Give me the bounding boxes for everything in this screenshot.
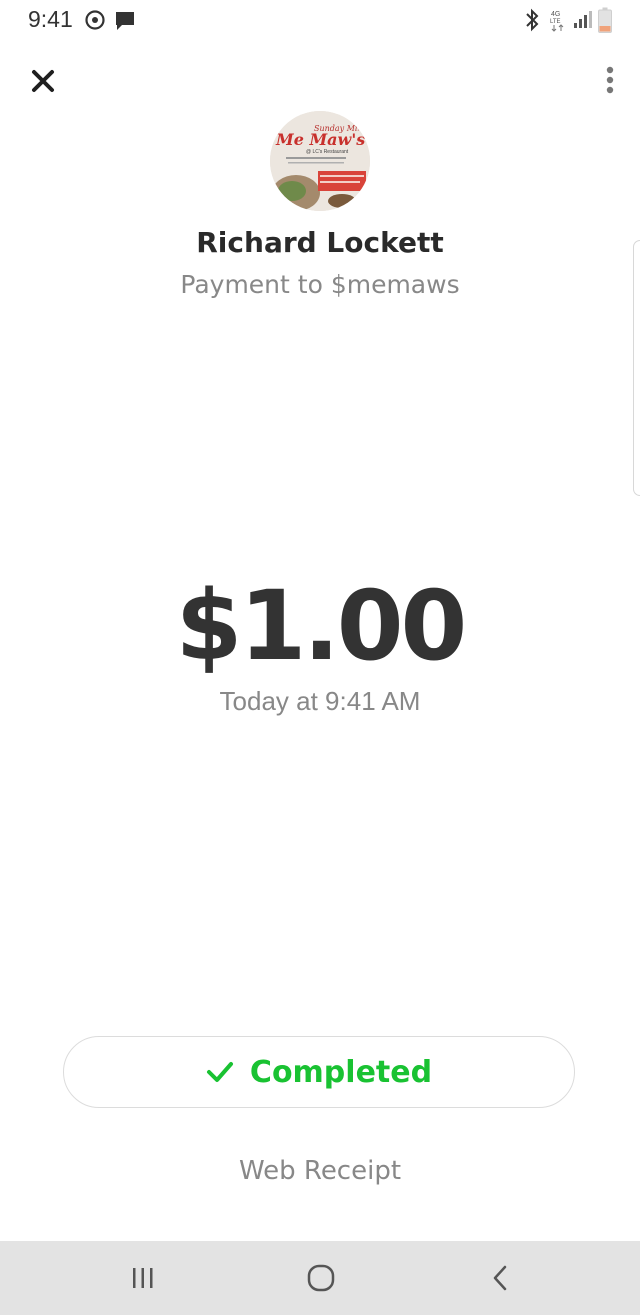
more-options-button[interactable] (602, 64, 618, 98)
completed-status-pill[interactable]: Completed (63, 1036, 575, 1108)
restaurant-logo-image: Sunday Mix Me Maw's @ LC's Restaurant (270, 111, 370, 211)
edge-panel-handle[interactable] (633, 240, 640, 496)
payment-amount: $1.00 (175, 570, 468, 682)
navigation-bar (0, 1241, 640, 1315)
battery-icon (598, 7, 612, 33)
payment-subtitle: Payment to $memaws (180, 270, 460, 299)
close-icon (32, 70, 54, 92)
status-time: 9:41 (28, 6, 73, 32)
message-icon (116, 12, 134, 30)
checkmark-icon (206, 1062, 233, 1082)
sync-icon (85, 10, 105, 30)
status-label: Completed (249, 1054, 433, 1090)
more-vertical-icon (606, 66, 614, 94)
status-bar: 9:41 4G LTE (0, 0, 640, 40)
payment-detail-screen: 9:41 4G LTE Sunday Mix Me Maw's @ LC's R… (0, 0, 640, 1315)
avatar-line2: Me Maw's (275, 130, 365, 149)
home-icon[interactable] (306, 1263, 336, 1293)
signal-icon (574, 11, 592, 28)
svg-text:LTE: LTE (550, 19, 561, 25)
close-button[interactable] (26, 64, 60, 98)
4g-lte-icon: 4G LTE (550, 11, 564, 32)
bluetooth-icon (526, 8, 539, 32)
avatar-line3: @ LC's Restaurant (306, 149, 349, 155)
recent-apps-icon[interactable] (130, 1263, 156, 1293)
back-icon[interactable] (488, 1263, 512, 1293)
web-receipt-link[interactable]: Web Receipt (0, 1156, 640, 1186)
recipient-name: Richard Lockett (196, 226, 444, 259)
avatar: Sunday Mix Me Maw's @ LC's Restaurant (270, 111, 370, 211)
svg-text:4G: 4G (551, 11, 560, 18)
payment-datetime: Today at 9:41 AM (219, 686, 421, 716)
